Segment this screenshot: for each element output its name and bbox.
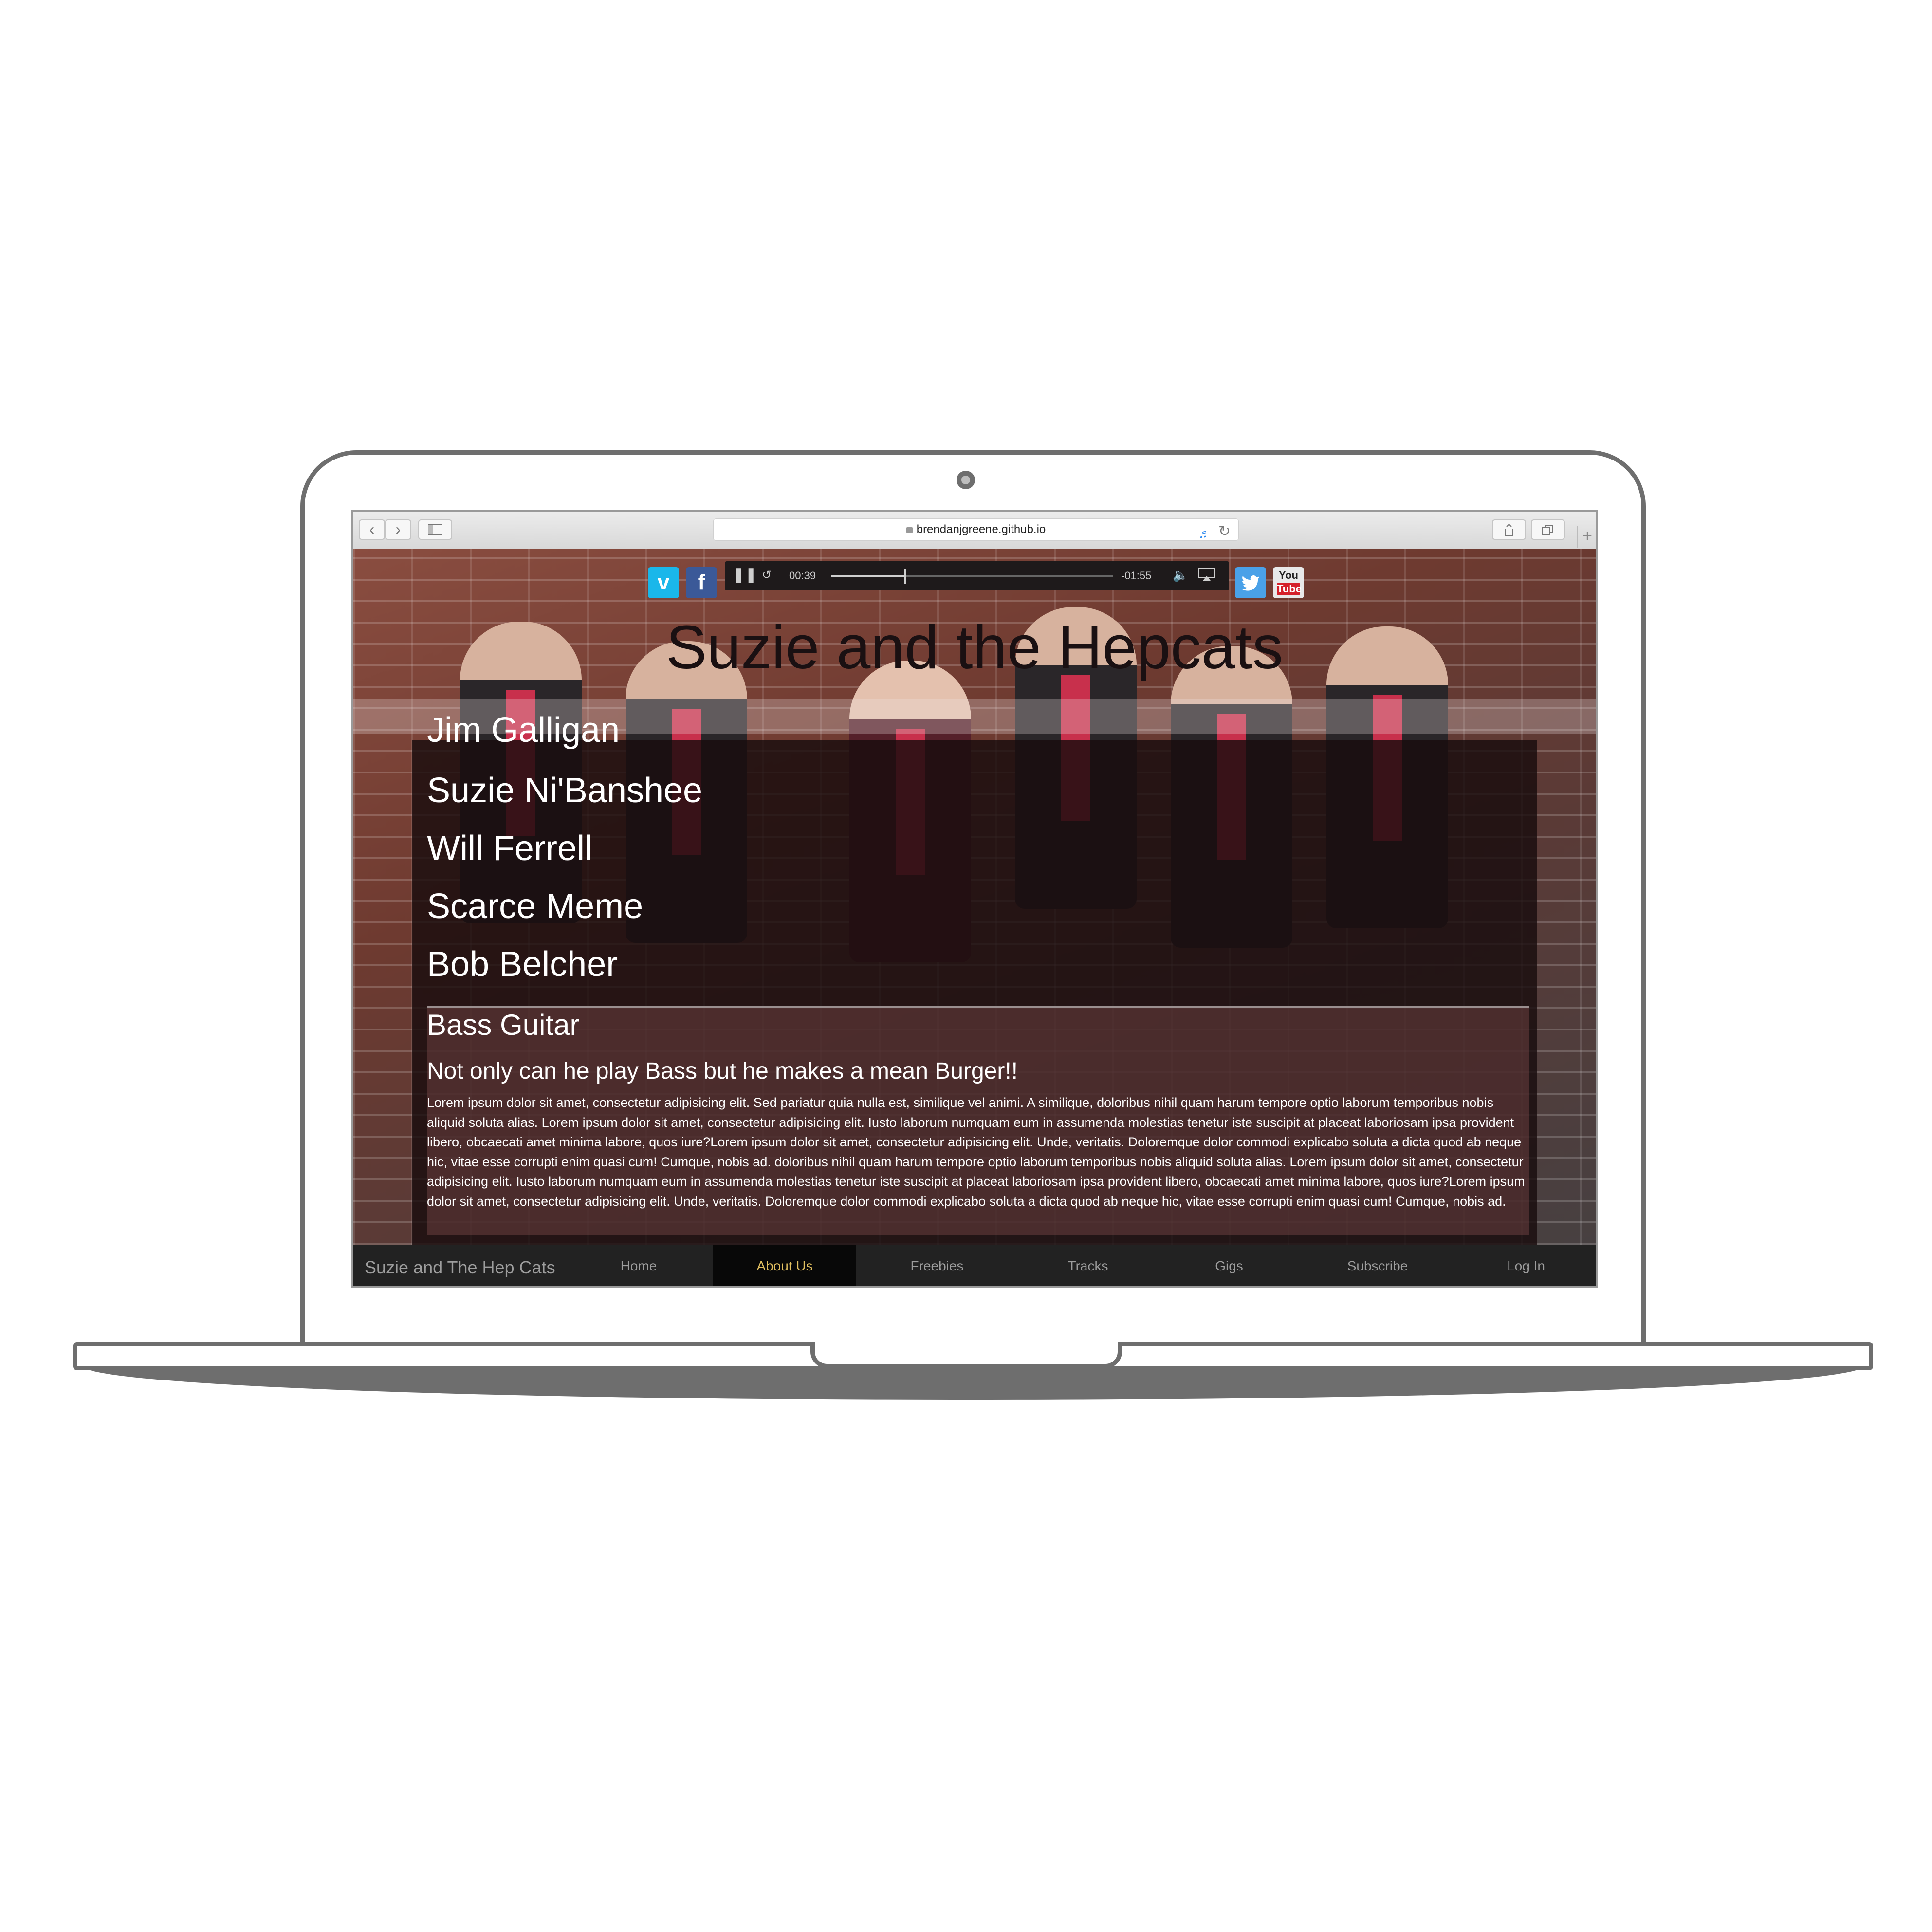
member-item[interactable]: Scarce Meme [427, 878, 702, 936]
tabs-icon[interactable] [1531, 519, 1565, 540]
browser-toolbar: ‹ › brendanjgreene.github.io ♬ ↻ + [353, 512, 1596, 550]
navbar-brand[interactable]: Suzie and The Hep Cats [365, 1257, 555, 1278]
url-text: brendanjgreene.github.io [916, 523, 1046, 536]
back-icon[interactable]: ‹ [359, 519, 385, 540]
laptop-notch [810, 1342, 1122, 1368]
members-panel: Jim Galligan Suzie Ni'Banshee Will Ferre… [412, 711, 1537, 1245]
progress-handle[interactable] [904, 569, 906, 584]
site-navbar: Suzie and The Hep Cats Home About Us Fre… [353, 1245, 1596, 1286]
lock-icon [906, 527, 913, 533]
nav-about-us[interactable]: About Us [713, 1245, 856, 1286]
detail-heading: Bass Guitar [427, 1009, 580, 1041]
laptop-base-shadow [83, 1366, 1863, 1400]
address-bar[interactable]: brendanjgreene.github.io ♬ ↻ [713, 518, 1239, 541]
site-title: Suzie and the Hepcats [666, 613, 1283, 681]
nav-freebies[interactable]: Freebies [864, 1245, 1010, 1286]
twitter-icon[interactable] [1235, 567, 1266, 598]
camera-icon [957, 471, 975, 489]
screen: ‹ › brendanjgreene.github.io ♬ ↻ + v f ❚… [351, 510, 1598, 1288]
elapsed-time: 00:39 [789, 570, 816, 582]
youtube-label-bottom: Tube [1277, 583, 1302, 595]
youtube-icon[interactable]: You Tube [1273, 567, 1304, 598]
speaker-icon[interactable]: ♬ [1198, 523, 1211, 544]
member-list: Jim Galligan Suzie Ni'Banshee Will Ferre… [427, 711, 702, 994]
member-item[interactable]: Suzie Ni'Banshee [427, 762, 702, 820]
detail-body: Lorem ipsum dolor sit amet, consectetur … [427, 1095, 1525, 1209]
nav-tracks[interactable]: Tracks [1025, 1245, 1151, 1286]
detail-subheading: Not only can he play Bass but he makes a… [427, 1058, 1018, 1084]
new-tab-icon[interactable]: + [1577, 526, 1596, 548]
youtube-label-top: You [1279, 569, 1298, 581]
nav-subscribe[interactable]: Subscribe [1302, 1245, 1453, 1286]
airplay-icon[interactable] [1198, 567, 1215, 585]
progress-track[interactable] [831, 569, 1113, 584]
page-background: v f ❚❚ ↺ 00:39 -01:55 🔈 You Tube Suzie a… [353, 549, 1596, 1245]
member-item[interactable]: Will Ferrell [427, 820, 702, 878]
nav-gigs[interactable]: Gigs [1171, 1245, 1288, 1286]
rewind-icon[interactable]: ↺ [762, 568, 772, 582]
progress-fill [831, 575, 904, 577]
audio-player[interactable]: ❚❚ ↺ 00:39 -01:55 🔈 [725, 561, 1229, 590]
member-item[interactable]: Bob Belcher [427, 936, 702, 994]
sidebar-icon[interactable] [418, 519, 452, 540]
vimeo-icon[interactable]: v [648, 567, 679, 598]
remaining-time: -01:55 [1121, 570, 1152, 582]
volume-icon[interactable]: 🔈 [1173, 568, 1188, 583]
nav-log-in[interactable]: Log In [1468, 1245, 1584, 1286]
forward-icon[interactable]: › [385, 519, 411, 540]
reload-icon[interactable]: ↻ [1218, 521, 1231, 542]
member-item[interactable]: Jim Galligan [427, 701, 620, 759]
facebook-icon[interactable]: f [686, 567, 717, 598]
member-detail: Bass Guitar Not only can he play Bass bu… [427, 1006, 1529, 1235]
share-icon[interactable] [1492, 519, 1526, 540]
nav-home[interactable]: Home [582, 1245, 696, 1286]
pause-icon[interactable]: ❚❚ [733, 566, 757, 583]
